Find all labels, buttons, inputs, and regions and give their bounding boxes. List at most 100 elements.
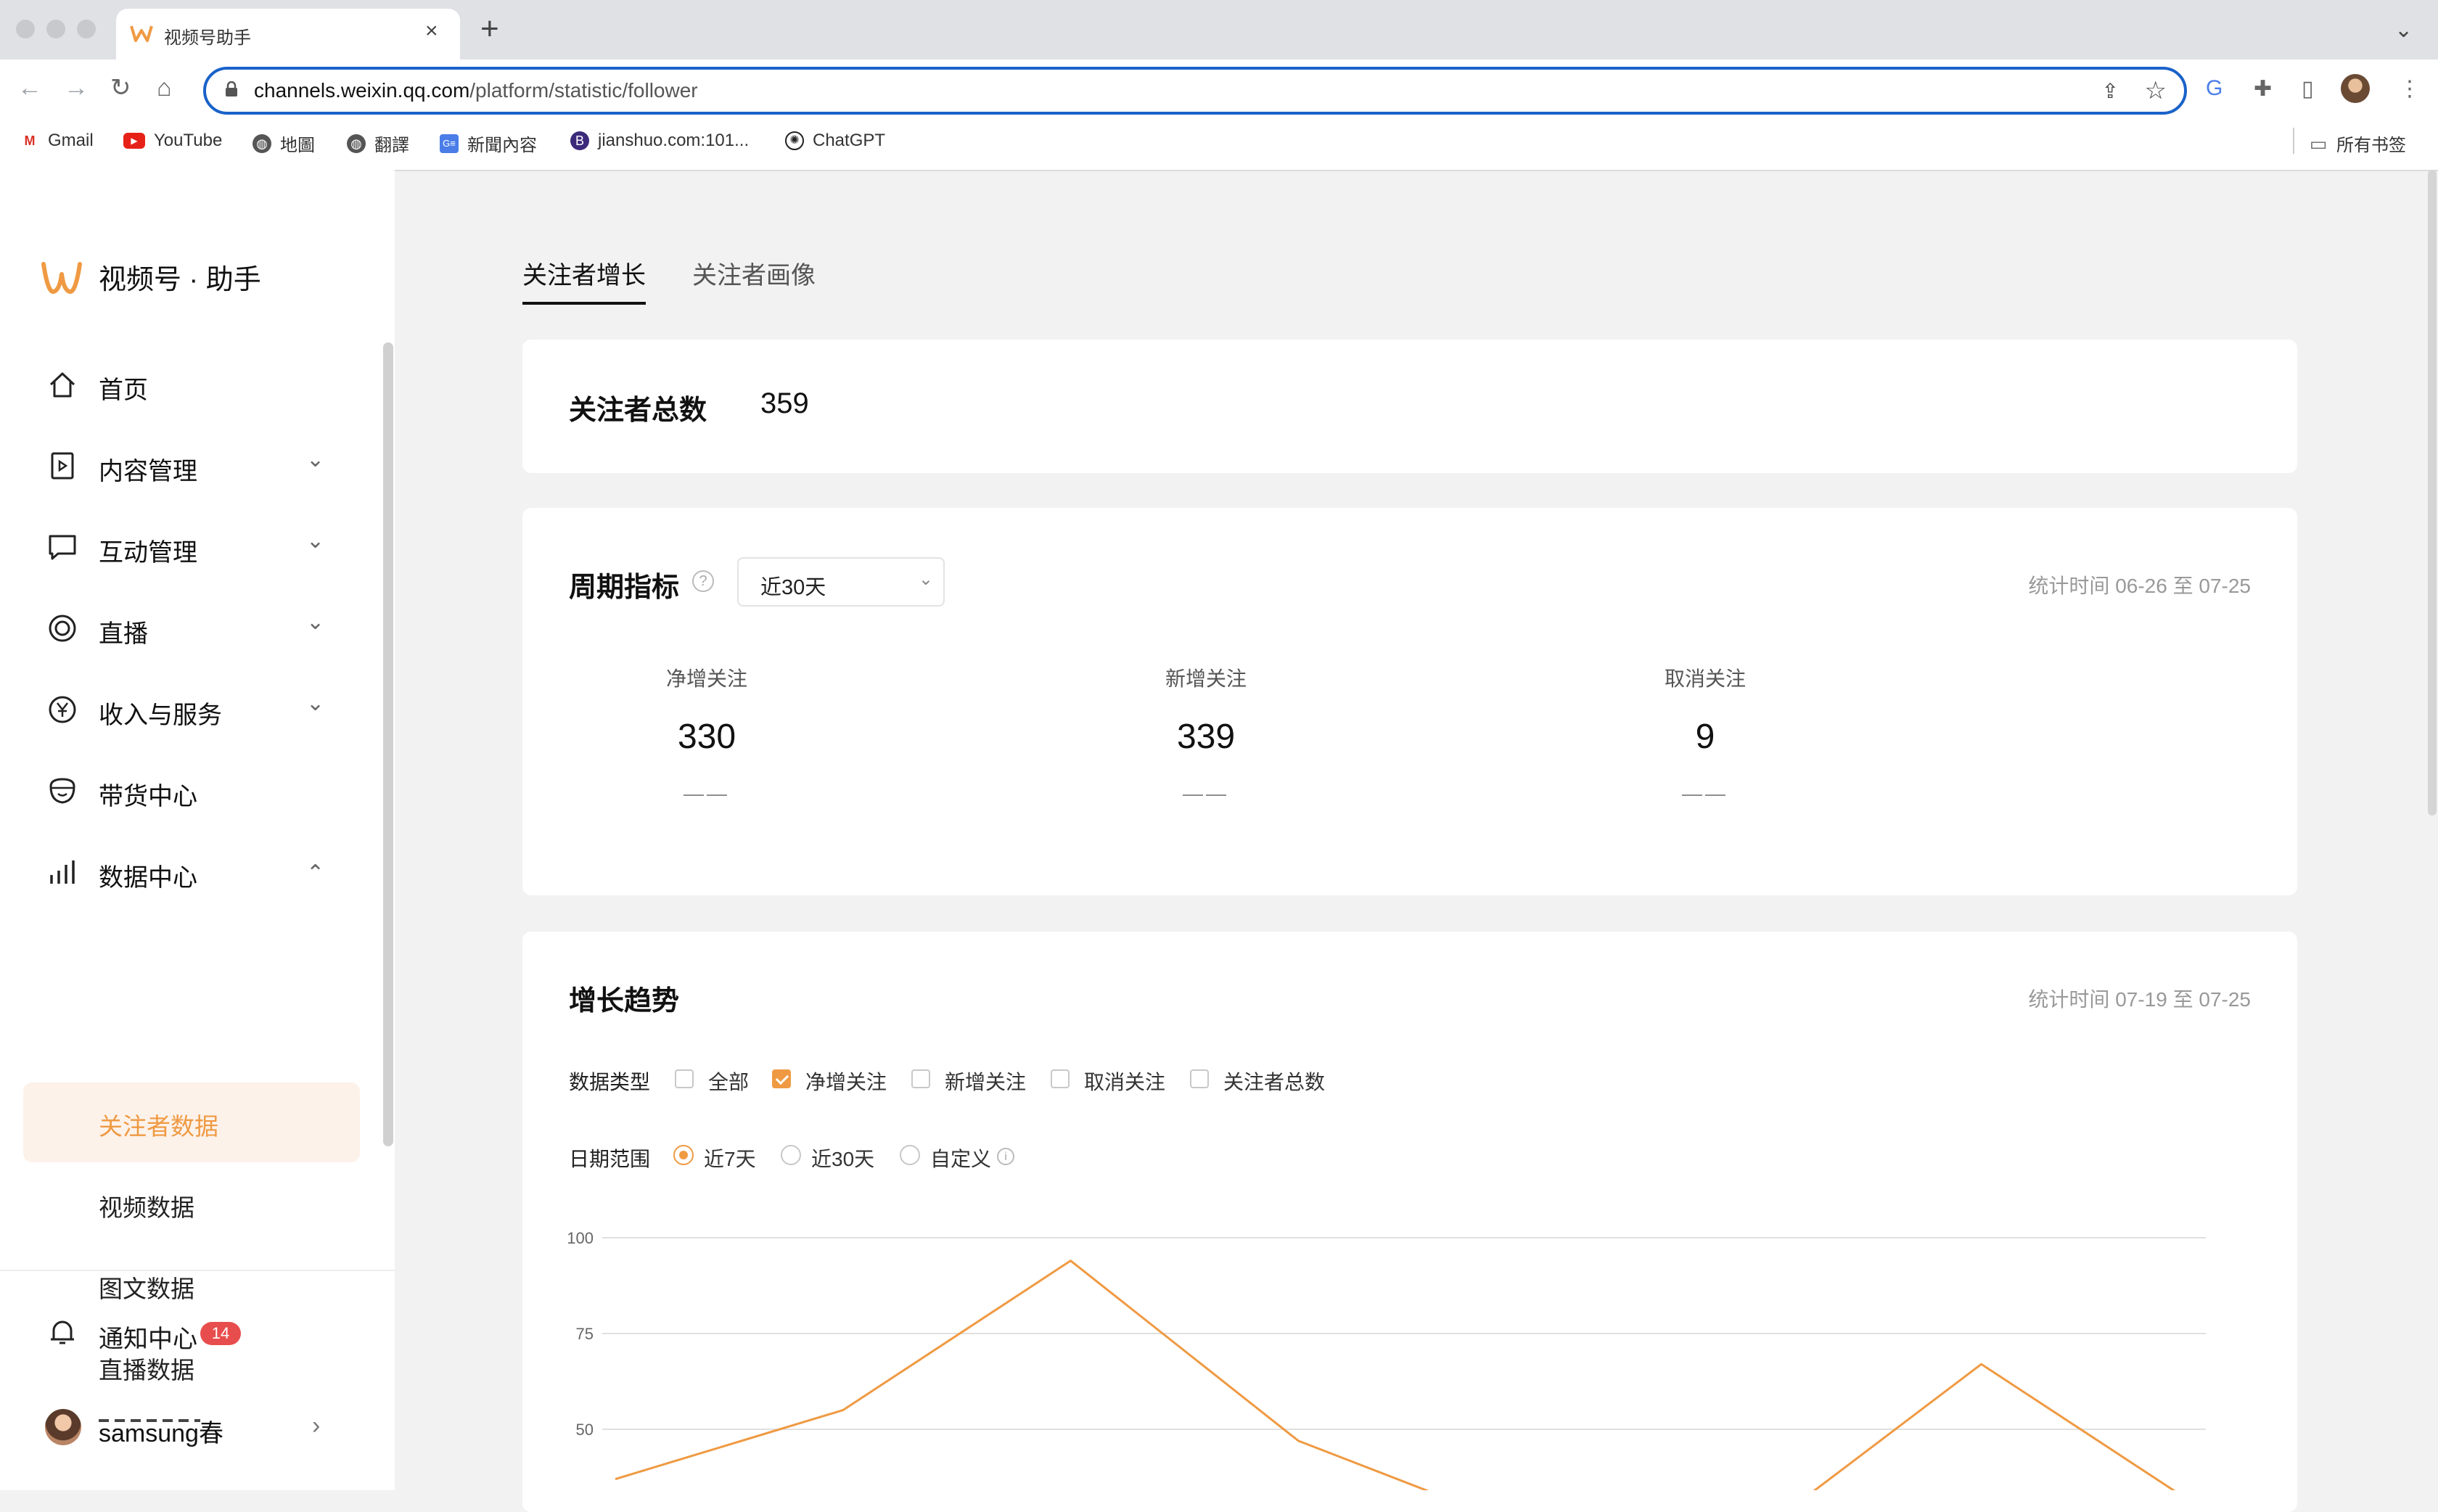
shop-icon bbox=[49, 778, 75, 804]
radio-7-days[interactable] bbox=[673, 1145, 694, 1165]
url-text: channels.weixin.qq.com/platform/statisti… bbox=[254, 79, 698, 102]
sidebar-item-live[interactable]: 直播 ⌄ bbox=[0, 592, 377, 665]
bookmarks-divider bbox=[2293, 128, 2294, 154]
checkbox-all[interactable] bbox=[675, 1069, 694, 1088]
bookmark-star-icon[interactable]: ☆ bbox=[2145, 76, 2167, 105]
page-scrollbar[interactable] bbox=[2428, 170, 2437, 815]
sidebar-subitem-video[interactable]: 视频数据 bbox=[0, 1167, 377, 1239]
bookmark-map[interactable]: ◍ 地圖 bbox=[253, 131, 315, 156]
metric-label: 取消关注 bbox=[1664, 667, 1746, 690]
back-icon[interactable]: ← bbox=[17, 75, 42, 100]
translate-icon[interactable]: G bbox=[2206, 76, 2222, 101]
sidebar-item-shop[interactable]: 带货中心 bbox=[0, 755, 377, 827]
gmail-icon: M bbox=[20, 131, 39, 150]
user-name[interactable]: samsung春 bbox=[99, 1413, 223, 1449]
bookmarks-bar: M Gmail ▶ YouTube ◍ 地圖 ◍ 翻譯 G≡ 新聞內容 Bjianshuo… bbox=[0, 122, 2438, 171]
bookmark-jianshuo[interactable]: Bjianshuo.com:101... bbox=[570, 131, 749, 151]
metric-label: 新增关注 bbox=[1165, 667, 1247, 690]
tab-follower-profile[interactable]: 关注者画像 bbox=[692, 255, 816, 291]
checkbox-label[interactable]: 全部 bbox=[708, 1067, 749, 1096]
checkbox-label[interactable]: 关注者总数 bbox=[1223, 1067, 1325, 1096]
sidebar-item-home[interactable]: 首页 bbox=[0, 348, 377, 421]
period-select[interactable]: 近30天 ⌄ bbox=[737, 557, 945, 607]
url-path: /platform/statistic/follower bbox=[469, 79, 698, 102]
sidebar-item-label: 直播 bbox=[99, 620, 148, 648]
bookmark-label: YouTube bbox=[154, 131, 223, 150]
sidebar-scrollbar[interactable] bbox=[383, 342, 393, 1146]
browser-tab[interactable]: 视频号助手 × bbox=[116, 9, 460, 59]
bookmark-gmail[interactable]: M Gmail bbox=[20, 131, 94, 151]
sidebar-item-income[interactable]: 收入与服务 ⌄ bbox=[0, 673, 377, 746]
new-tab-button[interactable]: + bbox=[480, 13, 499, 45]
youtube-icon: ▶ bbox=[123, 133, 145, 149]
checkbox-label[interactable]: 净增关注 bbox=[805, 1067, 887, 1096]
sidebar-item-content[interactable]: 内容管理 ⌄ bbox=[0, 430, 377, 502]
home-browser-icon[interactable]: ⌂ bbox=[157, 75, 172, 100]
radio-label[interactable]: 自定义 bbox=[930, 1143, 991, 1172]
profile-avatar-icon[interactable] bbox=[2341, 74, 2370, 103]
notification-count-badge: 14 bbox=[200, 1322, 241, 1345]
bookmarks-folder[interactable]: ▭ 所有书签 bbox=[2309, 131, 2406, 156]
period-title: 周期指标 bbox=[569, 572, 680, 603]
metric-value: 339 bbox=[1176, 718, 1236, 756]
metric-delta: —— bbox=[684, 782, 730, 805]
channels-logo-icon bbox=[41, 262, 82, 294]
checkbox-new-follow[interactable] bbox=[911, 1069, 930, 1088]
address-bar[interactable]: channels.weixin.qq.com/platform/statisti… bbox=[203, 67, 2187, 115]
radio-label[interactable]: 近7天 bbox=[704, 1143, 756, 1172]
checkbox-total[interactable] bbox=[1190, 1069, 1209, 1088]
side-panel-icon[interactable]: ▯ bbox=[2302, 76, 2314, 102]
tab-close-icon[interactable]: × bbox=[425, 19, 438, 44]
bookmark-news[interactable]: G≡ 新聞內容 bbox=[440, 131, 537, 156]
metric-delta: —— bbox=[1682, 782, 1728, 805]
period-select-value: 近30天 bbox=[760, 576, 826, 599]
extensions-icon[interactable]: ✚ bbox=[2254, 76, 2272, 102]
forward-icon[interactable]: → bbox=[64, 75, 89, 100]
metric-value: 9 bbox=[1695, 718, 1715, 756]
sidebar-item-label: 带货中心 bbox=[99, 783, 197, 810]
sidebar-subitem-label: 关注者数据 bbox=[99, 1113, 218, 1140]
browser-menu-icon[interactable]: ⋮ bbox=[2399, 76, 2421, 102]
url-host: channels.weixin.qq.com bbox=[254, 79, 470, 102]
total-followers-label: 关注者总数 bbox=[569, 395, 707, 426]
live-icon bbox=[49, 615, 76, 642]
bookmark-chatgpt[interactable]: ✺ ChatGPT bbox=[785, 131, 885, 151]
checkbox-label[interactable]: 新增关注 bbox=[945, 1067, 1026, 1096]
bookmark-translate[interactable]: ◍ 翻譯 bbox=[347, 131, 409, 156]
window-minimize-dot[interactable] bbox=[46, 20, 65, 38]
chevron-down-icon: ⌄ bbox=[306, 529, 325, 553]
lock-icon bbox=[226, 81, 237, 96]
radio-30-days[interactable] bbox=[781, 1145, 801, 1165]
radio-custom[interactable] bbox=[900, 1145, 920, 1165]
tab-follower-growth[interactable]: 关注者增长 bbox=[522, 255, 646, 291]
chevron-down-icon: ⌄ bbox=[306, 448, 325, 472]
home-icon bbox=[49, 372, 75, 398]
sidebar-subitem-followers[interactable]: 关注者数据 bbox=[0, 1085, 377, 1158]
sidebar-item-interaction[interactable]: 互动管理 ⌄ bbox=[0, 511, 377, 583]
chatgpt-icon: ✺ bbox=[785, 131, 804, 150]
trend-chart: 100 75 50 bbox=[567, 1229, 2206, 1490]
tab-search-icon[interactable]: ⌄ bbox=[2394, 17, 2413, 43]
chevron-right-icon[interactable]: › bbox=[312, 1412, 320, 1440]
radio-label[interactable]: 近30天 bbox=[811, 1143, 874, 1172]
bookmark-youtube[interactable]: ▶ YouTube bbox=[123, 131, 222, 151]
chart-series-line bbox=[615, 1260, 2176, 1490]
window-close-dot[interactable] bbox=[16, 20, 35, 38]
bell-icon bbox=[51, 1320, 74, 1344]
window-zoom-dot[interactable] bbox=[77, 20, 96, 38]
bookmark-label: 新聞內容 bbox=[467, 136, 537, 155]
avatar[interactable] bbox=[45, 1409, 81, 1445]
checkbox-net-follow[interactable] bbox=[772, 1069, 791, 1088]
help-icon[interactable]: ? bbox=[692, 570, 714, 592]
bookmark-label: ChatGPT bbox=[813, 131, 886, 150]
checkbox-unfollow[interactable] bbox=[1051, 1069, 1070, 1088]
share-icon[interactable]: ⇪ bbox=[2102, 79, 2119, 103]
checkbox-label[interactable]: 取消关注 bbox=[1084, 1067, 1165, 1096]
channels-logo-icon bbox=[130, 25, 153, 42]
sidebar-item-data-center[interactable]: 数据中心 ⌃ bbox=[0, 836, 377, 908]
sidebar-item-label: 首页 bbox=[99, 377, 148, 404]
notify-label: 通知中心 bbox=[99, 1326, 197, 1353]
info-icon[interactable]: i bbox=[997, 1148, 1014, 1165]
sidebar-item-notifications[interactable]: 通知中心 bbox=[0, 1299, 395, 1371]
reload-icon[interactable]: ↻ bbox=[110, 75, 131, 100]
